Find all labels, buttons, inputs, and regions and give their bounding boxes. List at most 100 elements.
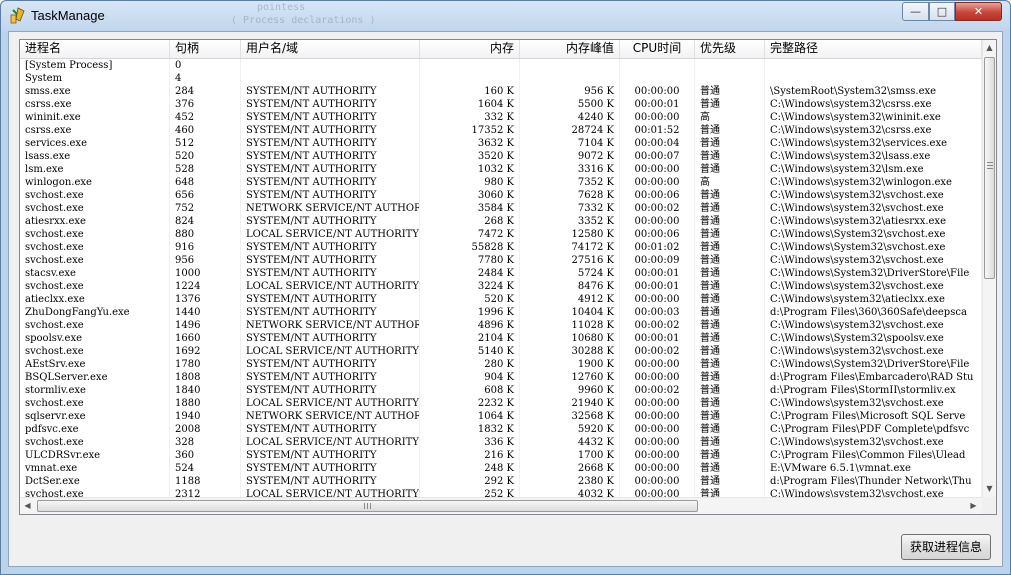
cell-memory-peak: 2380 K — [520, 475, 620, 488]
cell-process-name: wininit.exe — [20, 111, 170, 124]
table-row[interactable]: svchost.exe 1224 LOCAL SERVICE/NT AUTHORIT… — [20, 280, 982, 293]
table-row[interactable]: vmnat.exe 524 SYSTEM/NT AUTHORITY 248 K 2668… — [20, 462, 982, 475]
cell-memory: 520 K — [420, 293, 520, 306]
table-row[interactable]: svchost.exe 328 LOCAL SERVICE/NT AUTHORITY… — [20, 436, 982, 449]
cell-handle: 1808 — [170, 371, 241, 384]
cell-cpu-time: 00:00:03 — [620, 306, 695, 319]
cell-process-name: svchost.exe — [20, 488, 170, 497]
scroll-down-icon[interactable]: ▼ — [983, 481, 996, 496]
cell-full-path: C:\Windows\system32\svchost.exe — [765, 319, 982, 332]
cell-user-domain: SYSTEM/NT AUTHORITY — [241, 241, 420, 254]
table-row[interactable]: DctSer.exe 1188 SYSTEM/NT AUTHORITY 292 K 23… — [20, 475, 982, 488]
cell-handle: 524 — [170, 462, 241, 475]
cell-memory: 1064 K — [420, 410, 520, 423]
cell-cpu-time: 00:00:06 — [620, 189, 695, 202]
table-row[interactable]: spoolsv.exe 1660 SYSTEM/NT AUTHORITY 2104 K… — [20, 332, 982, 345]
cell-user-domain: SYSTEM/NT AUTHORITY — [241, 293, 420, 306]
table-row[interactable]: System 4 — [20, 72, 982, 85]
scroll-right-icon[interactable]: ▶ — [966, 498, 981, 514]
table-row[interactable]: pdfsvc.exe 2008 SYSTEM/NT AUTHORITY 1832 K5… — [20, 423, 982, 436]
cell-full-path: C:\Windows\system32\svchost.exe — [765, 345, 982, 358]
cell-user-domain: SYSTEM/NT AUTHORITY — [241, 306, 420, 319]
fetch-process-info-button[interactable]: 获取进程信息 — [901, 534, 991, 560]
cell-priority: 普通 — [695, 241, 765, 254]
cell-full-path: C:\Windows\system32\svchost.exe — [765, 397, 982, 410]
table-row[interactable]: svchost.exe 956 SYSTEM/NT AUTHORITY 7780 K2… — [20, 254, 982, 267]
table-row[interactable]: svchost.exe 880 LOCAL SERVICE/NT AUTHORITY… — [20, 228, 982, 241]
cell-priority: 普通 — [695, 280, 765, 293]
grip-line — [367, 503, 368, 509]
cell-handle: 528 — [170, 163, 241, 176]
table-row[interactable]: stacsv.exe 1000 SYSTEM/NT AUTHORITY 2484 K5… — [20, 267, 982, 280]
table-row[interactable]: sqlservr.exe 1940 NETWORK SERVICE/NT AUTHO… — [20, 410, 982, 423]
table-row[interactable]: ZhuDongFangYu.exe 1440 SYSTEM/NT AUTHORITY… — [20, 306, 982, 319]
cell-user-domain: SYSTEM/NT AUTHORITY — [241, 215, 420, 228]
vertical-scrollbar[interactable]: ▲ ▼ — [982, 40, 996, 497]
cell-full-path: C:\Windows\system32\svchost.exe — [765, 202, 982, 215]
table-row[interactable]: atiesrxx.exe 824 SYSTEM/NT AUTHORITY 268 K3… — [20, 215, 982, 228]
table-row[interactable]: svchost.exe 1496 NETWORK SERVICE/NT AUTHOR… — [20, 319, 982, 332]
cell-memory-peak: 7352 K — [520, 176, 620, 189]
cell-memory: 248 K — [420, 462, 520, 475]
cell-priority: 普通 — [695, 85, 765, 98]
horizontal-scroll-thumb[interactable] — [37, 500, 698, 512]
table-row[interactable]: stormliv.exe 1840 SYSTEM/NT AUTHORITY 608 K… — [20, 384, 982, 397]
cell-full-path: C:\Windows\system32\svchost.exe — [765, 436, 982, 449]
header-col-memory[interactable]: 内存 — [420, 40, 520, 58]
cell-full-path: C:\Windows\System32\DriverStore\File — [765, 358, 982, 371]
header-col-handle[interactable]: 句柄 — [170, 40, 241, 58]
table-row[interactable]: csrss.exe 376 SYSTEM/NT AUTHORITY 1604 K 550… — [20, 98, 982, 111]
table-row[interactable]: BSQLServer.exe 1808 SYSTEM/NT AUTHORITY 904… — [20, 371, 982, 384]
header-col-process-name[interactable]: 进程名 — [20, 40, 170, 58]
table-row[interactable]: services.exe 512 SYSTEM/NT AUTHORITY 3632 K… — [20, 137, 982, 150]
cell-handle: 752 — [170, 202, 241, 215]
table-row[interactable]: lsass.exe 520 SYSTEM/NT AUTHORITY 3520 K 907… — [20, 150, 982, 163]
scroll-up-icon[interactable]: ▲ — [983, 40, 996, 55]
maximize-button[interactable]: □ — [929, 2, 955, 21]
cell-cpu-time: 00:00:04 — [620, 137, 695, 150]
table-row[interactable]: atieclxx.exe 1376 SYSTEM/NT AUTHORITY 520 K… — [20, 293, 982, 306]
cell-handle: 1840 — [170, 384, 241, 397]
process-list[interactable]: 进程名 句柄 用户名/域 内存 内存峰值 CPU时间 优先级 完整路径 [System Pro… — [19, 39, 997, 515]
table-row[interactable]: svchost.exe 1880 LOCAL SERVICE/NT AUTHORIT… — [20, 397, 982, 410]
cell-priority: 普通 — [695, 306, 765, 319]
table-row[interactable]: csrss.exe 460 SYSTEM/NT AUTHORITY 17352 K 28… — [20, 124, 982, 137]
minimize-button[interactable]: — — [902, 2, 929, 21]
table-row[interactable]: svchost.exe 2312 LOCAL SERVICE/NT AUTHORIT… — [20, 488, 982, 497]
table-row[interactable]: smss.exe 284 SYSTEM/NT AUTHORITY 160 K 956 K… — [20, 85, 982, 98]
table-row[interactable]: svchost.exe 656 SYSTEM/NT AUTHORITY 3060 K7… — [20, 189, 982, 202]
table-row[interactable]: ULCDRSvr.exe 360 SYSTEM/NT AUTHORITY 216 K1… — [20, 449, 982, 462]
close-button[interactable]: ✕ — [955, 2, 1002, 21]
table-row[interactable]: svchost.exe 752 NETWORK SERVICE/NT AUTHORI… — [20, 202, 982, 215]
header-col-user-domain[interactable]: 用户名/域 — [241, 40, 420, 58]
cell-memory: 268 K — [420, 215, 520, 228]
cell-handle: 656 — [170, 189, 241, 202]
table-row[interactable]: lsm.exe 528 SYSTEM/NT AUTHORITY 1032 K 3316 … — [20, 163, 982, 176]
header-col-memory-peak[interactable]: 内存峰值 — [520, 40, 620, 58]
title-bar[interactable]: TaskManage pointess ( Process declaratio… — [1, 1, 1010, 31]
cell-handle: 328 — [170, 436, 241, 449]
horizontal-scrollbar[interactable]: ◀ ▶ — [20, 497, 982, 514]
scroll-left-icon[interactable]: ◀ — [20, 498, 35, 514]
table-row[interactable]: [System Process] 0 — [20, 59, 982, 72]
cell-priority: 普通 — [695, 397, 765, 410]
cell-priority: 普通 — [695, 98, 765, 111]
cell-cpu-time: 00:00:00 — [620, 371, 695, 384]
cell-user-domain: SYSTEM/NT AUTHORITY — [241, 111, 420, 124]
table-row[interactable]: svchost.exe 1692 LOCAL SERVICE/NT AUTHORIT… — [20, 345, 982, 358]
cell-memory: 292 K — [420, 475, 520, 488]
table-row[interactable]: winlogon.exe 648 SYSTEM/NT AUTHORITY 980 K7… — [20, 176, 982, 189]
cell-process-name: AEstSrv.exe — [20, 358, 170, 371]
header-col-full-path[interactable]: 完整路径 — [765, 40, 982, 58]
vertical-scroll-thumb[interactable] — [984, 57, 995, 279]
cell-cpu-time: 00:01:02 — [620, 241, 695, 254]
header-col-priority[interactable]: 优先级 — [695, 40, 765, 58]
cell-user-domain: LOCAL SERVICE/NT AUTHORITY — [241, 436, 420, 449]
title-ghost-line: ( Process declarations ) — [231, 15, 376, 26]
header-col-cpu-time[interactable]: CPU时间 — [620, 40, 695, 58]
table-row[interactable]: svchost.exe 916 SYSTEM/NT AUTHORITY 55828 K… — [20, 241, 982, 254]
table-row[interactable]: wininit.exe 452 SYSTEM/NT AUTHORITY 332 K 42… — [20, 111, 982, 124]
cell-cpu-time: 00:01:52 — [620, 124, 695, 137]
cell-full-path: d:\Program Files\StormII\stormliv.ex — [765, 384, 982, 397]
table-row[interactable]: AEstSrv.exe 1780 SYSTEM/NT AUTHORITY 280 K1… — [20, 358, 982, 371]
